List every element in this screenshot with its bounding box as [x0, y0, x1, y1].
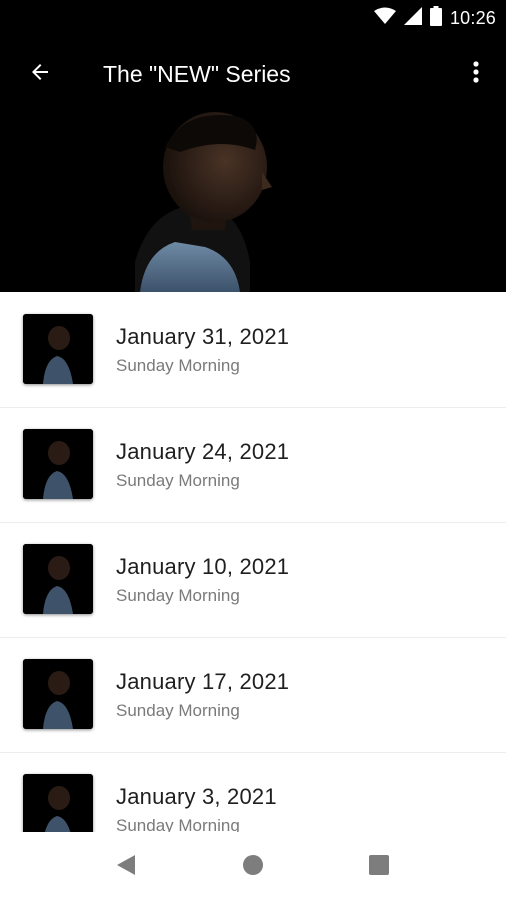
app-bar: The "NEW" Series	[0, 36, 506, 112]
arrow-back-icon	[28, 60, 52, 89]
sermon-service: Sunday Morning	[116, 586, 240, 605]
sermon-service: Sunday Morning	[116, 356, 240, 375]
sermon-service: Sunday Morning	[116, 816, 240, 832]
page-title: The "NEW" Series	[103, 61, 291, 87]
sermon-thumbnail	[23, 429, 93, 499]
more-vert-icon	[473, 60, 479, 89]
status-bar: 10:26	[0, 0, 506, 36]
nav-back-button[interactable]	[109, 852, 143, 882]
system-nav-bar	[0, 832, 506, 900]
cell-signal-icon	[403, 6, 422, 30]
sermon-date: January 3, 2021	[116, 784, 277, 809]
sermon-thumbnail	[23, 544, 93, 614]
back-button[interactable]	[20, 56, 60, 92]
status-time: 10:26	[449, 7, 496, 28]
sermon-thumbnail	[23, 314, 93, 384]
sermon-date: January 24, 2021	[116, 439, 290, 464]
list-item[interactable]: January 31, 2021 Sunday Morning	[0, 292, 506, 408]
sermon-date: January 31, 2021	[116, 324, 290, 349]
man-profile-photo	[0, 112, 506, 292]
list-item[interactable]: January 3, 2021 Sunday Morning	[0, 752, 506, 832]
battery-icon	[429, 5, 442, 31]
sermon-thumbnail	[23, 659, 93, 729]
status-icons: 10:26	[373, 5, 496, 31]
sermon-service: Sunday Morning	[116, 471, 240, 490]
series-hero-image	[0, 112, 506, 292]
sermon-date: January 10, 2021	[116, 554, 290, 579]
sermon-thumbnail	[23, 774, 93, 832]
list-item[interactable]: January 17, 2021 Sunday Morning	[0, 637, 506, 753]
recents-square-icon	[368, 854, 390, 881]
back-triangle-icon	[115, 853, 137, 882]
nav-recents-button[interactable]	[362, 852, 396, 882]
sermon-list: January 31, 2021 Sunday Morning January …	[0, 292, 506, 832]
sermon-service: Sunday Morning	[116, 701, 240, 720]
overflow-menu-button[interactable]	[462, 56, 490, 92]
wifi-icon	[373, 7, 396, 30]
sermon-date: January 17, 2021	[116, 669, 290, 694]
nav-home-button[interactable]	[236, 852, 270, 882]
list-item[interactable]: January 10, 2021 Sunday Morning	[0, 522, 506, 638]
list-item[interactable]: January 24, 2021 Sunday Morning	[0, 407, 506, 523]
home-circle-icon	[242, 854, 264, 881]
